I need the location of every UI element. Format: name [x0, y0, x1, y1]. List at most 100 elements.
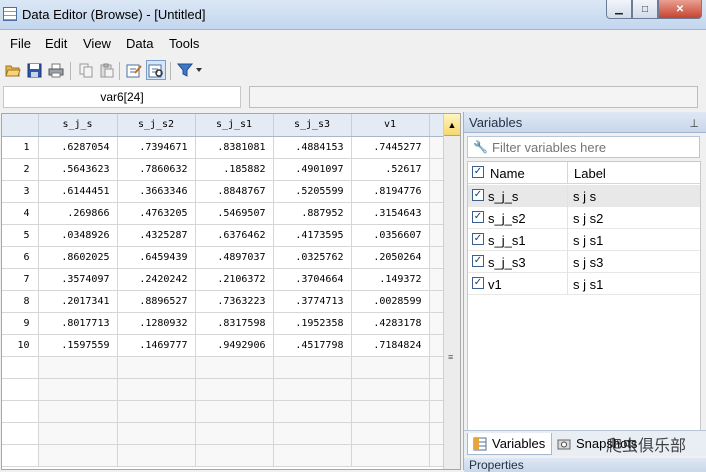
- name-column-header[interactable]: Name: [490, 166, 525, 181]
- empty-cell[interactable]: [429, 202, 444, 225]
- menu-file[interactable]: File: [10, 36, 31, 51]
- row-number[interactable]: 10: [2, 334, 39, 357]
- empty-cell[interactable]: [429, 400, 444, 423]
- empty-cell[interactable]: [195, 444, 274, 467]
- variable-visible-checkbox[interactable]: ✓: [472, 189, 484, 201]
- empty-cell[interactable]: [38, 400, 118, 423]
- data-cell[interactable]: .7184824: [351, 334, 430, 357]
- data-cell[interactable]: .7445277: [351, 136, 430, 159]
- row-number[interactable]: 7: [2, 268, 39, 291]
- empty-cell[interactable]: [351, 356, 430, 379]
- row-number[interactable]: [2, 356, 39, 379]
- tab-variables[interactable]: Variables: [467, 433, 553, 455]
- data-cell[interactable]: .2050264: [351, 246, 430, 269]
- data-cell[interactable]: .6287054: [38, 136, 118, 159]
- empty-cell[interactable]: [38, 444, 118, 467]
- row-number[interactable]: 2: [2, 158, 39, 181]
- select-all-checkbox[interactable]: ✓: [472, 166, 484, 178]
- variable-visible-checkbox[interactable]: ✓: [472, 277, 484, 289]
- row-number[interactable]: [2, 444, 39, 467]
- empty-cell[interactable]: [429, 444, 444, 467]
- empty-cell[interactable]: [429, 246, 444, 269]
- data-cell[interactable]: .7363223: [195, 290, 274, 313]
- scroll-up-icon[interactable]: ▲: [444, 114, 460, 136]
- empty-cell[interactable]: [429, 290, 444, 313]
- data-cell[interactable]: .4325287: [117, 224, 196, 247]
- variable-row[interactable]: ✓ v1 s j s1: [468, 273, 700, 295]
- menu-tools[interactable]: Tools: [169, 36, 199, 51]
- empty-cell[interactable]: [429, 422, 444, 445]
- data-cell[interactable]: .4897037: [195, 246, 274, 269]
- minimize-button[interactable]: ▁: [606, 0, 632, 19]
- column-header[interactable]: s_j_s2: [117, 114, 196, 137]
- empty-cell[interactable]: [273, 356, 352, 379]
- data-cell[interactable]: .5469507: [195, 202, 274, 225]
- column-header[interactable]: s_j_s3: [273, 114, 352, 137]
- data-cell[interactable]: .1469777: [117, 334, 196, 357]
- row-number[interactable]: 8: [2, 290, 39, 313]
- variable-row[interactable]: ✓ s_j_s3 s j s3: [468, 251, 700, 273]
- row-number[interactable]: 6: [2, 246, 39, 269]
- variable-row[interactable]: ✓ s_j_s1 s j s1: [468, 229, 700, 251]
- cell-value-box[interactable]: [249, 86, 698, 108]
- empty-cell[interactable]: [195, 356, 274, 379]
- variable-visible-checkbox[interactable]: ✓: [472, 255, 484, 267]
- browse-mode-icon[interactable]: [146, 60, 166, 80]
- data-cell[interactable]: .4173595: [273, 224, 352, 247]
- data-cell[interactable]: .52617: [351, 158, 430, 181]
- data-cell[interactable]: .8848767: [195, 180, 274, 203]
- empty-cell[interactable]: [117, 400, 196, 423]
- empty-cell[interactable]: [117, 422, 196, 445]
- filter-icon[interactable]: [175, 60, 195, 80]
- row-number[interactable]: [2, 422, 39, 445]
- row-number[interactable]: 5: [2, 224, 39, 247]
- data-cell[interactable]: .3663346: [117, 180, 196, 203]
- row-number[interactable]: [2, 400, 39, 423]
- copy-icon[interactable]: [76, 60, 96, 80]
- data-cell[interactable]: .6144451: [38, 180, 118, 203]
- empty-cell[interactable]: [429, 312, 444, 335]
- paste-icon[interactable]: [96, 60, 116, 80]
- label-column-header[interactable]: Label: [574, 166, 606, 181]
- variable-row[interactable]: ✓ s_j_s s j s: [468, 185, 700, 207]
- wrench-icon[interactable]: 🔧: [473, 140, 488, 154]
- empty-cell[interactable]: [429, 180, 444, 203]
- pin-icon[interactable]: ⊥: [689, 114, 699, 135]
- data-cell[interactable]: .6459439: [117, 246, 196, 269]
- data-cell[interactable]: .8017713: [38, 312, 118, 335]
- menu-data[interactable]: Data: [126, 36, 153, 51]
- data-cell[interactable]: .0356607: [351, 224, 430, 247]
- data-cell[interactable]: .4283178: [351, 312, 430, 335]
- data-cell[interactable]: .1597559: [38, 334, 118, 357]
- data-cell[interactable]: .4763205: [117, 202, 196, 225]
- empty-cell[interactable]: [117, 444, 196, 467]
- filter-variables-input[interactable]: [492, 139, 692, 155]
- save-icon[interactable]: [24, 60, 44, 80]
- empty-cell[interactable]: [429, 356, 444, 379]
- data-cell[interactable]: .7860632: [117, 158, 196, 181]
- column-header[interactable]: s_j_s: [38, 114, 118, 137]
- data-cell[interactable]: .5643623: [38, 158, 118, 181]
- menu-edit[interactable]: Edit: [45, 36, 67, 51]
- empty-cell[interactable]: [429, 378, 444, 401]
- empty-cell[interactable]: [38, 356, 118, 379]
- data-cell[interactable]: .8381081: [195, 136, 274, 159]
- menu-view[interactable]: View: [83, 36, 111, 51]
- empty-cell[interactable]: [38, 378, 118, 401]
- data-cell[interactable]: .2420242: [117, 268, 196, 291]
- edit-mode-icon[interactable]: [124, 60, 144, 80]
- data-cell[interactable]: .887952: [273, 202, 352, 225]
- data-cell[interactable]: .7394671: [117, 136, 196, 159]
- empty-cell[interactable]: [429, 136, 444, 159]
- empty-cell[interactable]: [273, 444, 352, 467]
- data-cell[interactable]: .8317598: [195, 312, 274, 335]
- data-cell[interactable]: .6376462: [195, 224, 274, 247]
- empty-cell[interactable]: [195, 378, 274, 401]
- data-cell[interactable]: .0325762: [273, 246, 352, 269]
- empty-cell[interactable]: [195, 400, 274, 423]
- empty-cell[interactable]: [429, 334, 444, 357]
- data-cell[interactable]: .149372: [351, 268, 430, 291]
- empty-cell[interactable]: [351, 400, 430, 423]
- data-cell[interactable]: .9492906: [195, 334, 274, 357]
- data-cell[interactable]: .269866: [38, 202, 118, 225]
